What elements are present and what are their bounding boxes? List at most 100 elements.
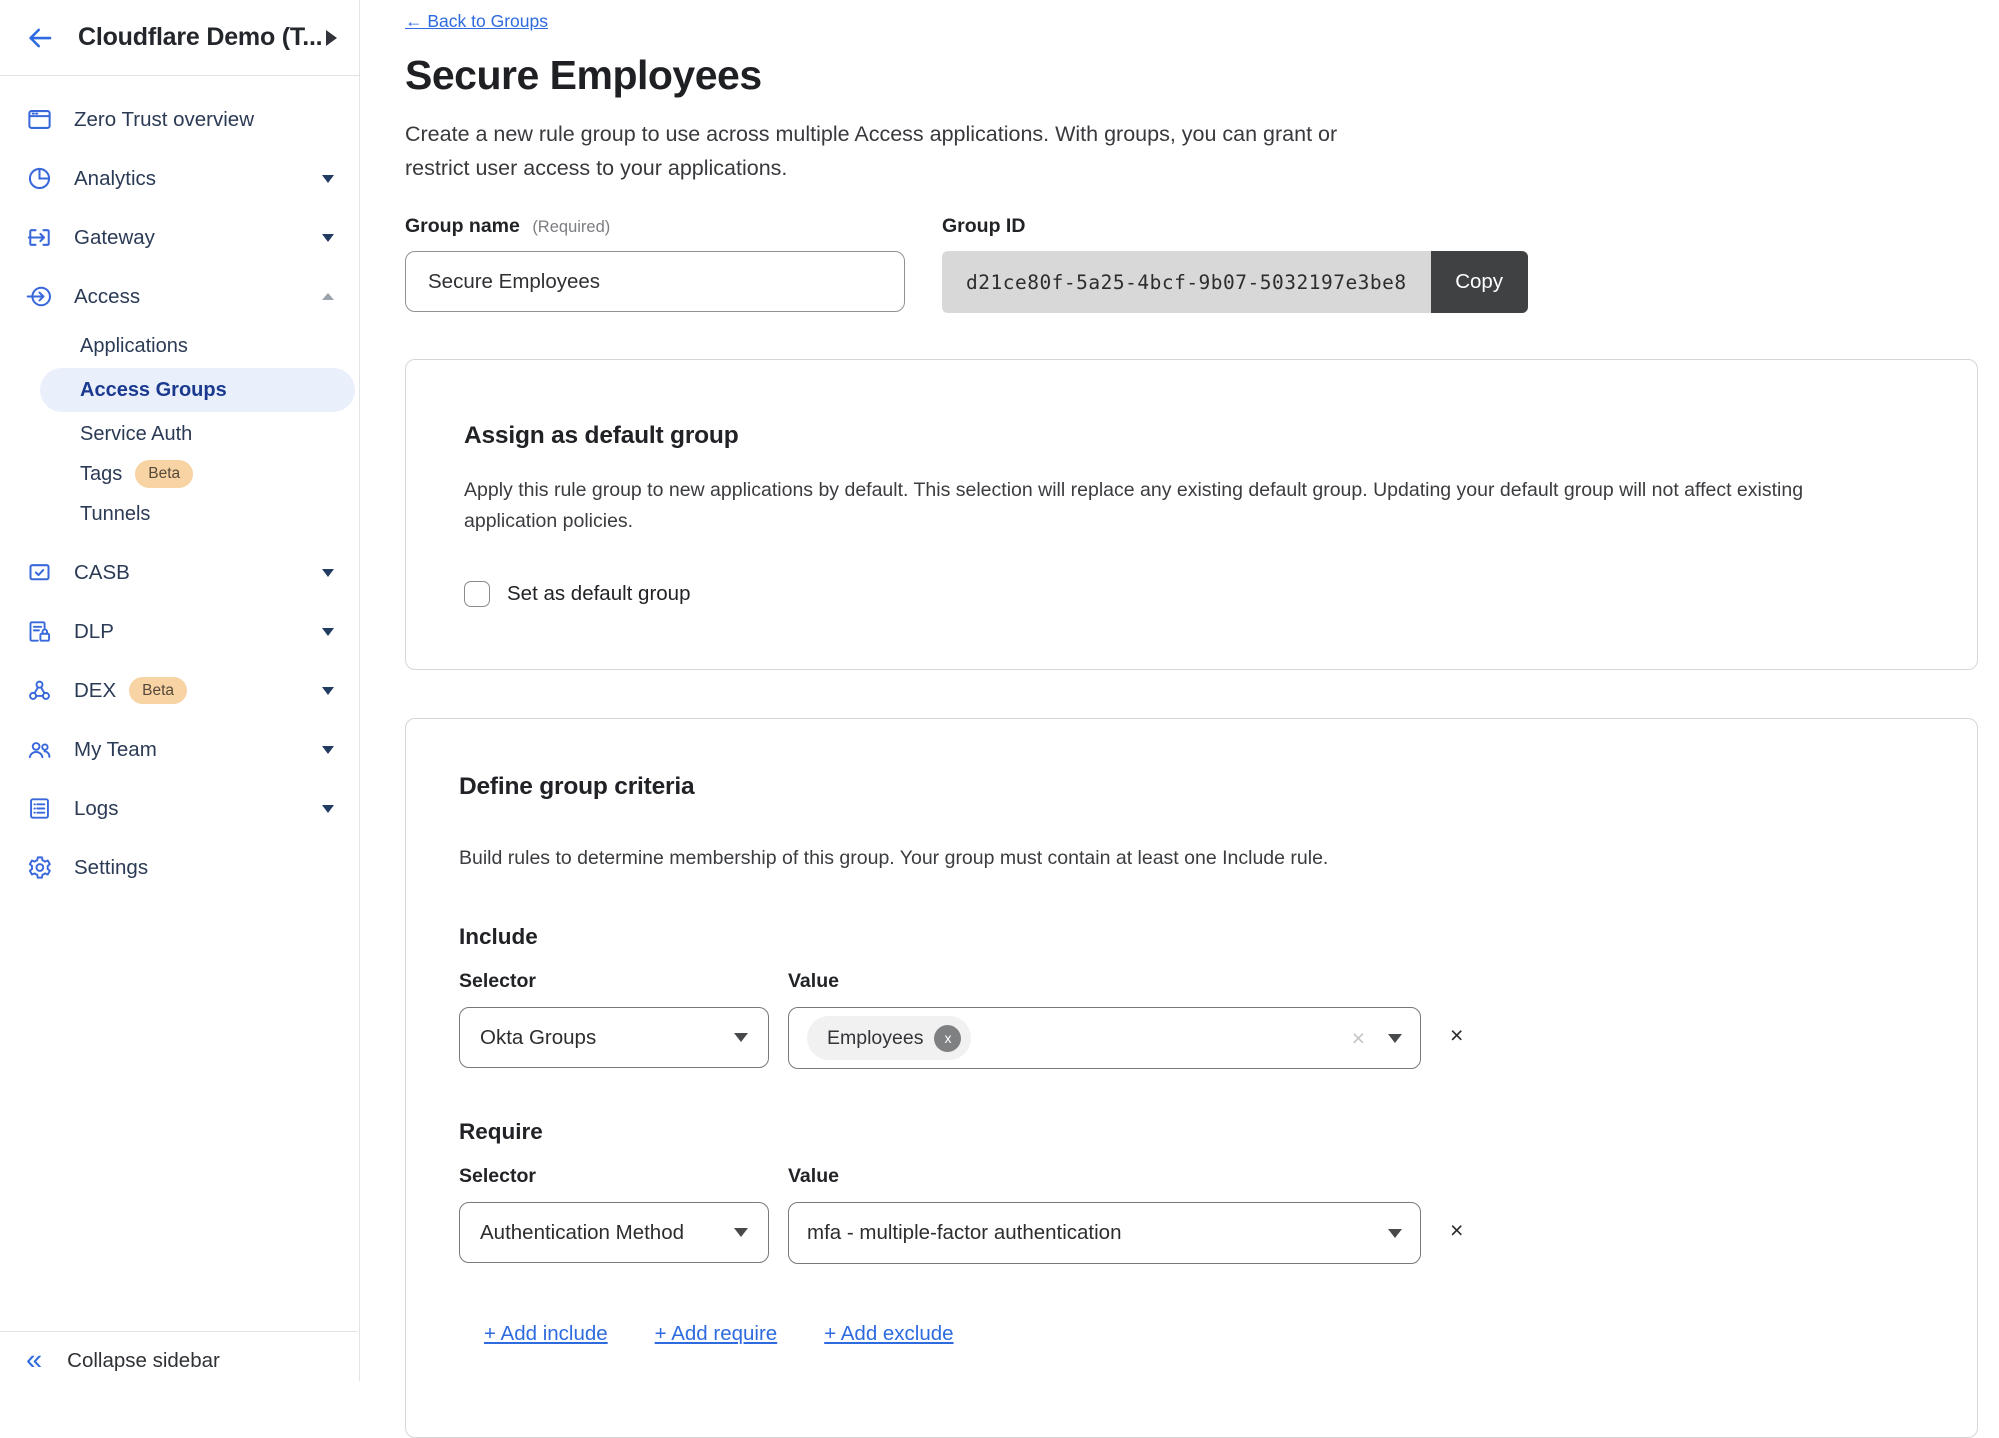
value-label: Value	[788, 970, 1421, 993]
sidebar-item-service-auth[interactable]: Service Auth	[0, 414, 359, 454]
sidebar-item-label: Settings	[74, 856, 148, 880]
sidebar-item-analytics[interactable]: Analytics	[0, 149, 359, 208]
beta-badge: Beta	[135, 460, 193, 488]
sidebar-item-casb[interactable]: CASB	[0, 543, 359, 602]
access-icon	[25, 283, 53, 311]
sidebar-item-dlp[interactable]: DLP	[0, 602, 359, 661]
group-fields-row: Group name (Required) Group ID d21ce80f-…	[405, 215, 1978, 313]
sidebar-item-dex[interactable]: DEX Beta	[0, 661, 359, 720]
sidebar-item-gateway[interactable]: Gateway	[0, 208, 359, 267]
gateway-icon	[25, 224, 53, 252]
chevron-down-icon	[322, 175, 334, 183]
gear-icon	[25, 854, 53, 882]
require-heading: Require	[459, 1119, 1917, 1145]
overview-icon	[25, 106, 53, 134]
remove-include-rule-button[interactable]: ×	[1450, 1024, 1463, 1047]
casb-icon	[25, 559, 53, 587]
criteria-title: Define group criteria	[459, 773, 1917, 801]
sidebar-item-logs[interactable]: Logs	[0, 779, 359, 838]
require-selector-dropdown[interactable]: Authentication Method	[459, 1202, 769, 1263]
sidebar-item-label: My Team	[74, 738, 157, 762]
page-description: Create a new rule group to use across mu…	[405, 117, 1375, 185]
logs-icon	[25, 795, 53, 823]
group-id-label: Group ID	[942, 215, 1528, 238]
remove-require-rule-button[interactable]: ×	[1450, 1219, 1463, 1242]
value-chip: Employees x	[807, 1016, 971, 1060]
sidebar: Cloudflare Demo (T... Zero Trust overvie…	[0, 0, 360, 1381]
chevron-down-icon	[734, 1228, 748, 1237]
sidebar-item-label: Gateway	[74, 226, 155, 250]
sidebar-item-tunnels[interactable]: Tunnels	[0, 494, 359, 534]
group-id-value: d21ce80f-5a25-4bcf-9b07-5032197e3be8	[942, 251, 1431, 313]
group-name-input[interactable]	[405, 251, 905, 312]
dlp-icon	[25, 618, 53, 646]
sidebar-item-label: Zero Trust overview	[74, 108, 254, 132]
sidebar-item-label: DEX	[74, 679, 116, 703]
require-rule-row: Selector Authentication Method Value mfa…	[459, 1165, 1917, 1264]
include-value-multiselect[interactable]: Employees x ×	[788, 1007, 1421, 1069]
access-sublist: Applications Access Groups Service Auth …	[0, 326, 359, 534]
require-selector-col: Selector Authentication Method	[459, 1165, 769, 1264]
include-heading: Include	[459, 924, 1917, 950]
criteria-description: Build rules to determine membership of t…	[459, 843, 1659, 874]
required-hint: (Required)	[532, 218, 610, 236]
beta-badge: Beta	[129, 677, 187, 705]
require-value-dropdown[interactable]: mfa - multiple-factor authentication	[788, 1202, 1421, 1264]
group-id-field: Group ID d21ce80f-5a25-4bcf-9b07-5032197…	[942, 215, 1528, 313]
sidebar-item-access-groups[interactable]: Access Groups	[40, 368, 355, 412]
group-name-field: Group name (Required)	[405, 215, 905, 313]
set-default-group-row[interactable]: Set as default group	[464, 581, 1917, 607]
team-icon	[25, 736, 53, 764]
default-group-card: Assign as default group Apply this rule …	[405, 359, 1978, 670]
sidebar-nav: Zero Trust overview Analytics Gateway Ac…	[0, 76, 359, 897]
selector-label: Selector	[459, 970, 769, 993]
default-group-checkbox[interactable]	[464, 581, 490, 607]
chevron-down-icon	[322, 687, 334, 695]
sidebar-item-my-team[interactable]: My Team	[0, 720, 359, 779]
value-label: Value	[788, 1165, 1421, 1188]
criteria-card: Define group criteria Build rules to det…	[405, 718, 1978, 1438]
chevron-down-icon	[322, 234, 334, 242]
sidebar-item-label: Access	[74, 285, 140, 309]
default-group-description: Apply this rule group to new application…	[464, 475, 1894, 537]
include-selector-dropdown[interactable]: Okta Groups	[459, 1007, 769, 1068]
include-value-col: Value Employees x ×	[788, 970, 1421, 1069]
chevron-down-icon	[1388, 1229, 1402, 1238]
collapse-sidebar-label: Collapse sidebar	[67, 1349, 220, 1373]
account-header: Cloudflare Demo (T...	[0, 0, 359, 76]
chevron-up-icon	[322, 293, 334, 300]
include-selector-col: Selector Okta Groups	[459, 970, 769, 1069]
add-include-link[interactable]: + Add include	[484, 1322, 608, 1346]
clear-values-icon[interactable]: ×	[1352, 1025, 1365, 1052]
account-title: Cloudflare Demo (T...	[78, 23, 322, 52]
copy-button[interactable]: Copy	[1431, 251, 1528, 313]
add-exclude-link[interactable]: + Add exclude	[824, 1322, 953, 1346]
collapse-sidebar-button[interactable]: « Collapse sidebar	[0, 1331, 358, 1389]
sidebar-item-applications[interactable]: Applications	[0, 326, 359, 366]
dex-icon	[25, 677, 53, 705]
chip-remove-icon[interactable]: x	[934, 1025, 961, 1052]
default-group-checkbox-label: Set as default group	[507, 582, 691, 606]
back-to-groups-link[interactable]: ← Back to Groups	[405, 11, 548, 31]
sidebar-item-access[interactable]: Access	[0, 267, 359, 326]
chevron-down-icon	[322, 628, 334, 636]
sidebar-item-settings[interactable]: Settings	[0, 838, 359, 897]
chevron-down-icon	[1388, 1034, 1402, 1043]
analytics-icon	[25, 165, 53, 193]
sidebar-item-label: Analytics	[74, 167, 156, 191]
sidebar-item-tags[interactable]: Tags Beta	[0, 454, 359, 494]
collapse-chevrons-icon: «	[26, 1346, 42, 1375]
page-title: Secure Employees	[405, 52, 1978, 99]
account-expand-icon[interactable]	[326, 30, 337, 46]
sidebar-item-label: CASB	[74, 561, 130, 585]
back-arrow-icon[interactable]	[25, 23, 55, 53]
default-group-title: Assign as default group	[464, 422, 1917, 450]
main-content: ← Back to Groups Secure Employees Create…	[360, 0, 1999, 1381]
chevron-down-icon	[322, 746, 334, 754]
chevron-down-icon	[734, 1033, 748, 1042]
add-require-link[interactable]: + Add require	[655, 1322, 778, 1346]
sidebar-item-zero-trust-overview[interactable]: Zero Trust overview	[0, 90, 359, 149]
chevron-down-icon	[322, 805, 334, 813]
add-rule-links: + Add include + Add require + Add exclud…	[484, 1322, 1917, 1346]
chevron-down-icon	[322, 569, 334, 577]
